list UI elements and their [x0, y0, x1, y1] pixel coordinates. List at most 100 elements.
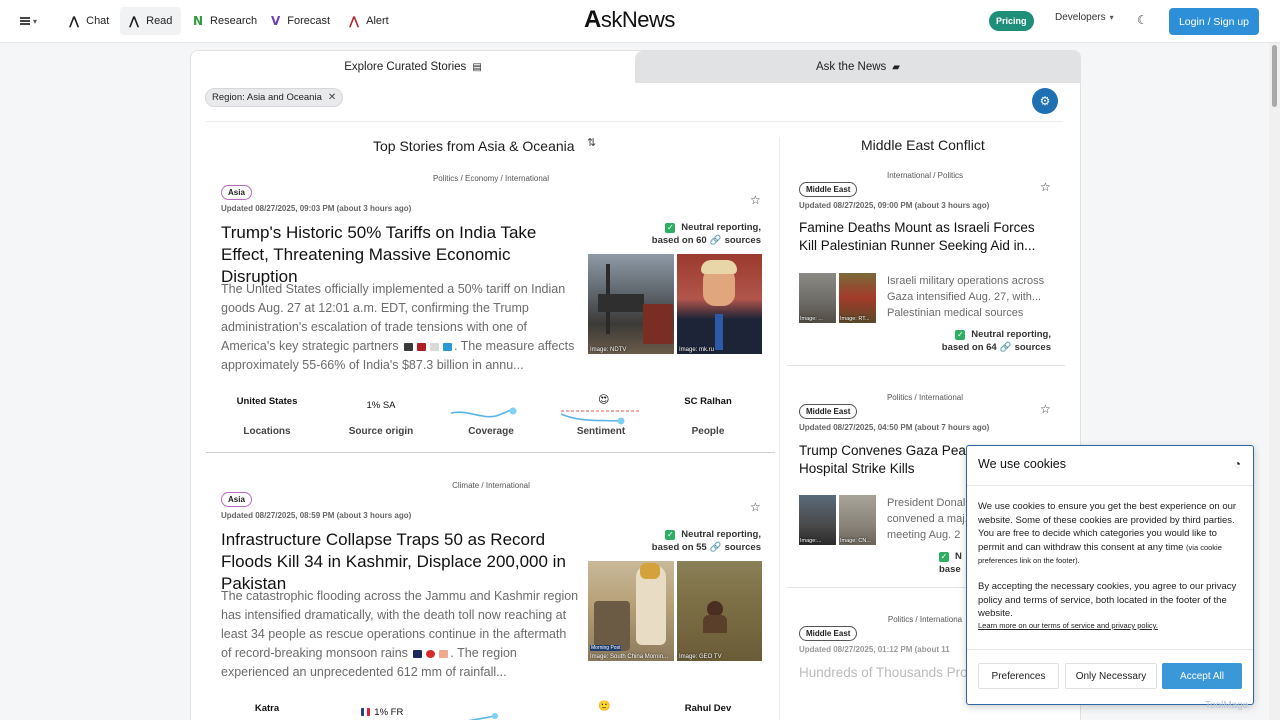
- watermark: ToolMage: [1205, 700, 1249, 711]
- coverage-sparkline: [468, 713, 498, 720]
- image-tag: Morning Post: [590, 645, 622, 651]
- region-badge: Asia: [221, 185, 252, 200]
- nav-forecast-label: Forecast: [287, 15, 331, 27]
- cookie-terms-link[interactable]: Learn more on our terms of service and p…: [978, 621, 1158, 630]
- region-filter-chip[interactable]: Region: Asia and Oceania ✕: [205, 88, 344, 107]
- nav-chat-label: Chat: [86, 15, 110, 27]
- developers-menu[interactable]: Developers ▾: [1055, 12, 1114, 23]
- image-caption: Image: RT...: [840, 316, 870, 322]
- story-image-hospital[interactable]: Image: CN...: [839, 495, 876, 545]
- logo-text: skNews: [600, 7, 676, 32]
- chat-bubble-icon: ▰: [892, 61, 900, 73]
- stat-people-value[interactable]: SC Ralhan: [668, 396, 748, 407]
- filter-settings-button[interactable]: ⚙: [1032, 88, 1058, 114]
- divider: [967, 485, 1253, 486]
- bookmark-star-icon[interactable]: ☆: [1040, 180, 1051, 194]
- cookie-title: We use cookies: [978, 457, 1067, 471]
- sources-prefix: base: [939, 564, 961, 575]
- story-summary: President Donal... convened a maj... mee…: [887, 497, 975, 541]
- bookmark-star-icon[interactable]: ☆: [1040, 402, 1051, 416]
- story-image-ganesha-idol[interactable]: Morning Post Image: South China Mornin..…: [588, 561, 674, 661]
- story-categories: Politics / International: [886, 393, 964, 402]
- story-image-trump[interactable]: Image: mk.ru: [677, 254, 762, 354]
- story-image-meeting[interactable]: Image:...: [799, 495, 836, 545]
- tab-ask-the-news[interactable]: Ask the News ▰: [635, 51, 1081, 83]
- story-image-runner[interactable]: Image: RT...: [839, 273, 876, 323]
- nav-read[interactable]: ⋀ Read: [120, 7, 182, 35]
- source-logo-icon: [429, 342, 439, 351]
- forecast-logo-icon: V: [271, 14, 281, 28]
- sliders-icon: ⚙: [1039, 94, 1051, 108]
- sources-prefix: based on 55: [651, 542, 707, 553]
- tab-ask-label: Ask the News: [815, 61, 887, 73]
- nav-alert[interactable]: ⋀ Alert: [340, 7, 398, 35]
- story-summary: Israeli military operations across Gaza …: [887, 275, 1045, 319]
- tab-explore-label: Explore Curated Stories: [344, 61, 467, 73]
- main-menu-button[interactable]: ▾: [20, 12, 46, 30]
- coverage-sparkline: [450, 407, 517, 418]
- sources-suffix: sources: [1014, 342, 1051, 353]
- image-caption: Image: NDTV: [590, 347, 627, 353]
- bookmark-star-icon[interactable]: ☆: [750, 500, 761, 514]
- dark-mode-toggle-icon[interactable]: ☾: [1137, 13, 1148, 27]
- reporting-label: Neutral reporting,: [681, 222, 761, 233]
- story-image-port-cranes[interactable]: Image: NDTV: [588, 254, 674, 354]
- stat-people-value[interactable]: Rahul Dev: [668, 703, 748, 714]
- link-icon: 🔗: [709, 235, 722, 246]
- story-separator: [787, 365, 1065, 366]
- source-logo-icon: [439, 649, 449, 658]
- story-separator: [206, 452, 775, 453]
- image-caption: Image: mk.ru: [679, 347, 715, 353]
- sort-filter-icon[interactable]: ⇅: [587, 136, 596, 149]
- page-scrollbar-thumb[interactable]: [1272, 45, 1277, 107]
- newspaper-icon: ▤: [472, 61, 482, 73]
- close-icon[interactable]: ✕: [328, 92, 336, 103]
- cookie-preferences-button[interactable]: Preferences: [978, 663, 1059, 689]
- stat-sentiment-label: Sentiment: [576, 426, 626, 437]
- section-title-asia-oceania: Top Stories from Asia & Oceania: [373, 138, 575, 154]
- check-icon: ✓: [939, 552, 949, 562]
- story-headline[interactable]: Trump's Historic 50% Tariffs on India Ta…: [221, 222, 581, 288]
- stat-locations-value[interactable]: Katra: [227, 703, 307, 714]
- stat-source-origin-label: Source origin: [348, 426, 414, 437]
- source-logo-icon: [442, 342, 452, 351]
- reporting-label: N: [955, 551, 962, 562]
- stat-source-origin-value: 1% SA: [366, 400, 396, 411]
- image-caption: Image: ...: [800, 316, 823, 322]
- stat-people-label: People: [691, 426, 725, 437]
- story-headline[interactable]: Infrastructure Collapse Traps 50 as Reco…: [221, 529, 581, 595]
- nav-forecast[interactable]: V Forecast: [262, 7, 339, 35]
- story-categories: Politics / Economy / International: [432, 174, 550, 183]
- story-updated-time: Updated 08/27/2025, 01:12 PM (about 11: [799, 645, 950, 654]
- story-image-rubble[interactable]: Image: ...: [799, 273, 836, 323]
- stat-coverage-label: Coverage: [468, 426, 514, 437]
- column-divider: [779, 137, 780, 720]
- story-headline[interactable]: Famine Deaths Mount as Israeli Forces Ki…: [799, 219, 1049, 255]
- nav-research-label: Research: [210, 15, 258, 27]
- alert-logo-icon: ⋀: [349, 14, 360, 28]
- login-signup-button[interactable]: Login / Sign up: [1169, 8, 1259, 35]
- image-caption: Image: GEO TV: [679, 654, 722, 660]
- reporting-badge: ✓ Neutral reporting, based on 64 🔗 sources: [911, 328, 1051, 354]
- stories-panel: Explore Curated Stories ▤ Ask the News ▰…: [190, 50, 1081, 720]
- bookmark-star-icon[interactable]: ☆: [750, 193, 761, 207]
- stat-locations-label: Locations: [243, 426, 291, 437]
- sentiment-sparkline: [560, 410, 639, 425]
- cookie-only-necessary-button[interactable]: Only Necessary: [1065, 663, 1157, 689]
- research-logo-icon: N: [193, 14, 204, 28]
- source-logo-icon: [426, 649, 436, 658]
- story-image-flood-wading[interactable]: Image: GEO TV: [677, 561, 762, 661]
- tab-explore-curated-stories[interactable]: Explore Curated Stories ▤: [191, 51, 635, 83]
- asknews-logo[interactable]: AskNews: [584, 6, 675, 36]
- cookie-consent-dialog: We use cookies ◔ We use cookies to ensur…: [966, 445, 1254, 705]
- cookie-privacy-text: By accepting the necessary cookies, you …: [978, 581, 1237, 619]
- nav-research[interactable]: N Research: [184, 7, 266, 35]
- section-title-middle-east: Middle East Conflict: [861, 137, 985, 153]
- pricing-badge[interactable]: Pricing: [989, 11, 1034, 31]
- nav-chat[interactable]: ⋀ Chat: [60, 7, 118, 35]
- cookie-accept-all-button[interactable]: Accept All: [1162, 663, 1242, 689]
- check-icon: ✓: [955, 330, 966, 340]
- page-scrollbar-track[interactable]: [1269, 43, 1280, 720]
- nav-read-label: Read: [146, 15, 173, 27]
- stat-locations-value[interactable]: United States: [227, 396, 307, 407]
